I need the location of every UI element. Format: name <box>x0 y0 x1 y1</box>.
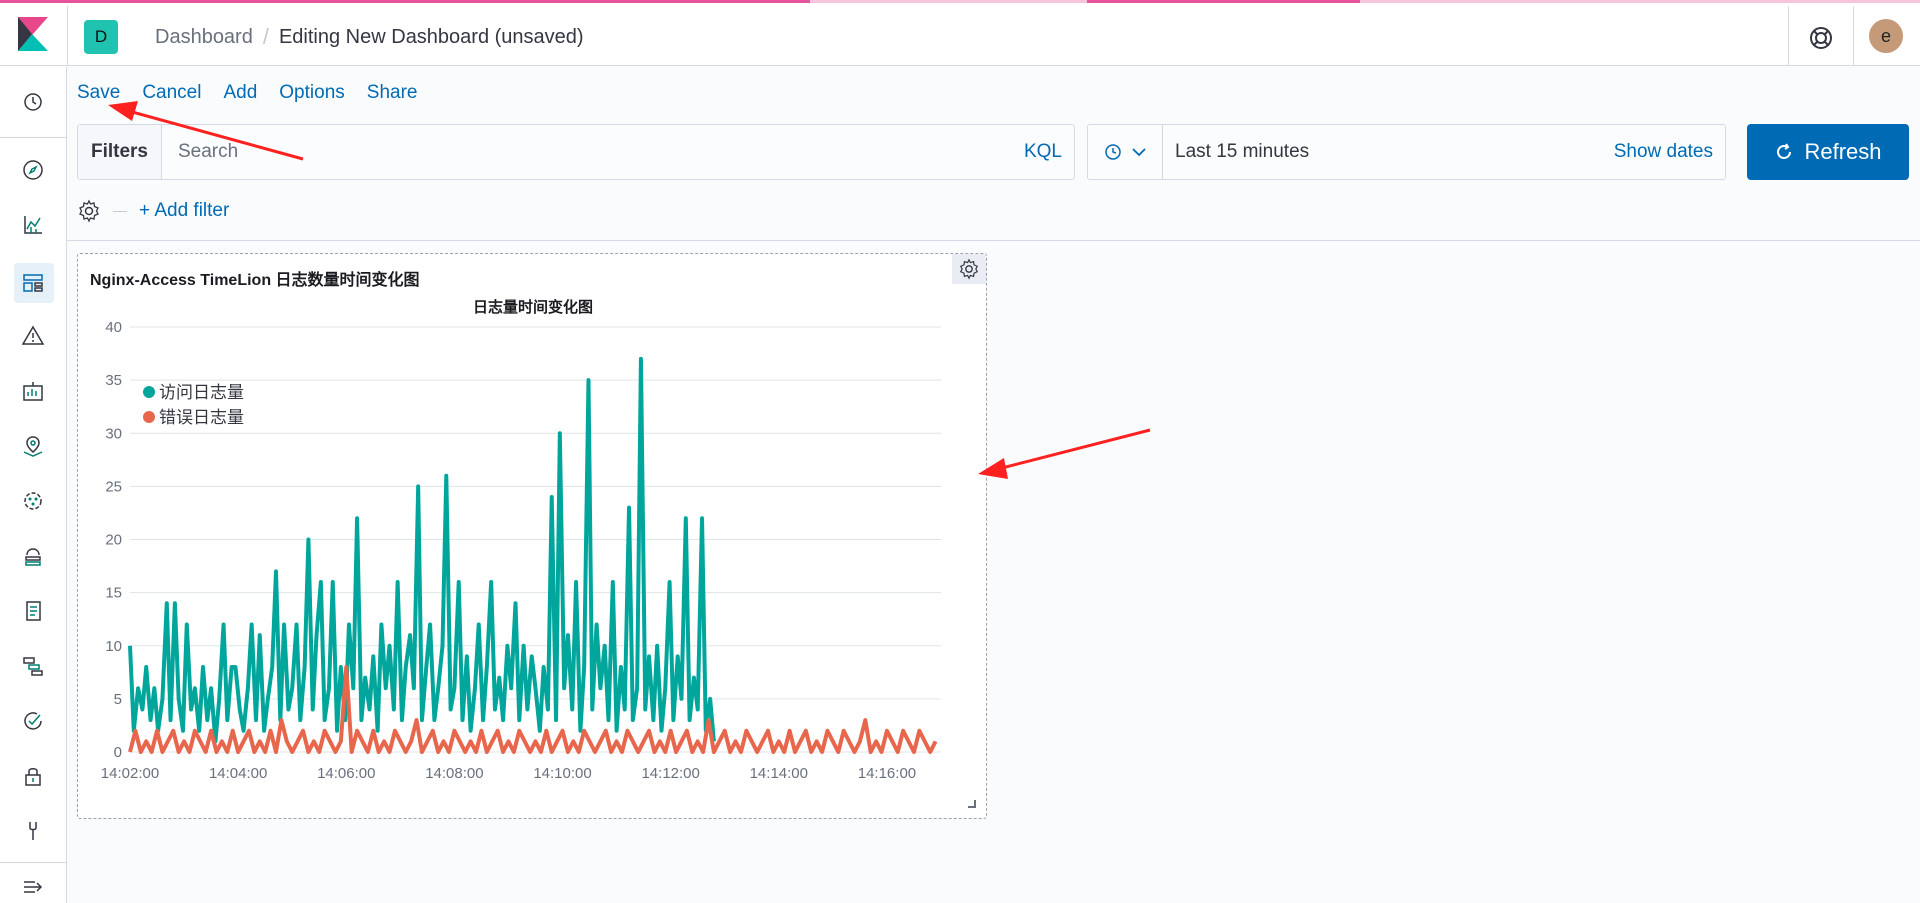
query-bar: Filters Search KQL <box>77 124 1075 180</box>
devtools-icon[interactable] <box>18 816 48 846</box>
security-icon[interactable] <box>18 761 48 791</box>
x-tick-label: 14:12:00 <box>641 765 699 780</box>
x-tick-label: 14:08:00 <box>425 765 483 780</box>
sidebar-divider <box>0 862 67 863</box>
user-avatar[interactable]: e <box>1869 19 1903 53</box>
x-tick-label: 14:04:00 <box>209 765 267 780</box>
app-header: D Dashboard / Editing New Dashboard (uns… <box>0 3 1920 66</box>
breadcrumb-dashboard[interactable]: Dashboard <box>155 23 253 51</box>
timelion-chart: 日志量时间变化图 0 5 10 15 20 25 30 35 40 14:02:00 14:04:… <box>101 298 941 780</box>
y-tick-label: 25 <box>105 478 122 495</box>
x-tick-label: 14:14:00 <box>750 765 808 780</box>
ml-icon[interactable] <box>18 486 48 516</box>
dashboard-icon[interactable] <box>18 268 48 298</box>
breadcrumb-separator: / <box>262 24 269 49</box>
y-tick-label: 20 <box>105 532 122 549</box>
visualization-panel: Nginx-Access TimeLion 日志数量时间变化图 日志量时间变化图… <box>77 253 987 819</box>
refresh-icon <box>1777 143 1792 159</box>
y-tick-label: 30 <box>105 425 122 442</box>
compass-icon[interactable] <box>18 155 48 185</box>
annotation-arrow <box>978 428 1151 479</box>
y-tick-label: 15 <box>105 585 122 602</box>
show-dates-button[interactable]: Show dates <box>1614 141 1725 163</box>
legend-label: 访问日志量 <box>159 383 244 403</box>
uptime-icon[interactable] <box>18 706 48 736</box>
infra-icon[interactable] <box>18 541 48 571</box>
kibana-logo-icon[interactable] <box>18 17 48 51</box>
sidebar-divider <box>0 137 67 138</box>
refresh-button[interactable]: Refresh <box>1747 124 1909 180</box>
logs-icon[interactable] <box>18 596 48 626</box>
options-button[interactable]: Options <box>279 82 344 104</box>
y-tick-label: 10 <box>105 638 122 655</box>
kql-toggle[interactable]: KQL <box>1024 141 1074 163</box>
quick-select-button[interactable] <box>1088 125 1163 179</box>
legend-label: 错误日志量 <box>159 408 244 428</box>
calendar-clock-icon <box>1105 144 1121 160</box>
canvas-icon[interactable] <box>18 376 48 406</box>
y-tick-label: 0 <box>114 744 122 761</box>
apm-icon[interactable] <box>18 651 48 681</box>
gear-icon <box>959 258 979 280</box>
clock-icon[interactable] <box>18 87 48 117</box>
chevron-down-icon <box>1132 148 1146 157</box>
x-tick-label: 14:06:00 <box>317 765 375 780</box>
legend-swatch <box>143 386 155 398</box>
x-tick-label: 14:16:00 <box>858 765 916 780</box>
time-range-label[interactable]: Last 15 minutes <box>1163 141 1614 163</box>
resize-handle[interactable] <box>968 800 976 808</box>
visualize-icon[interactable] <box>18 210 48 240</box>
maps-icon[interactable] <box>18 431 48 461</box>
refresh-label: Refresh <box>1804 139 1882 164</box>
add-button[interactable]: Add <box>223 82 257 104</box>
x-tick-label: 14:02:00 <box>101 765 159 780</box>
side-nav <box>0 67 67 903</box>
y-tick-label: 5 <box>114 691 122 708</box>
save-button[interactable]: Save <box>77 82 120 104</box>
share-button[interactable]: Share <box>367 82 418 104</box>
y-tick-label: 35 <box>105 372 122 389</box>
breadcrumb-current: Editing New Dashboard (unsaved) <box>278 26 584 48</box>
help-icon[interactable] <box>1806 23 1836 53</box>
header-divider <box>1853 6 1854 66</box>
panel-title: Nginx-Access TimeLion 日志数量时间变化图 <box>90 272 420 289</box>
y-tick-label: 40 <box>105 319 122 336</box>
content-divider <box>67 240 1920 241</box>
filter-divider <box>113 210 127 212</box>
panel-options-button[interactable] <box>952 254 986 284</box>
chart-title: 日志量时间变化图 <box>473 298 593 316</box>
collapse-icon[interactable] <box>18 872 48 902</box>
filters-label: Filters <box>78 125 162 179</box>
header-divider <box>1788 6 1789 66</box>
header-divider <box>67 6 68 66</box>
alert-icon[interactable] <box>18 321 48 351</box>
legend-swatch <box>143 411 155 423</box>
gear-icon[interactable] <box>77 199 101 223</box>
space-avatar[interactable]: D <box>84 20 118 54</box>
add-filter-button[interactable]: + Add filter <box>139 200 229 222</box>
date-picker: Last 15 minutes Show dates <box>1087 124 1726 180</box>
search-input[interactable]: Search <box>162 141 1024 163</box>
breadcrumb: Dashboard / Editing New Dashboard (unsav… <box>155 23 584 51</box>
x-tick-label: 14:10:00 <box>533 765 591 780</box>
filter-row: + Add filter <box>77 196 229 226</box>
cancel-button[interactable]: Cancel <box>142 82 201 104</box>
top-nav-menu: Save Cancel Add Options Share <box>77 82 417 104</box>
